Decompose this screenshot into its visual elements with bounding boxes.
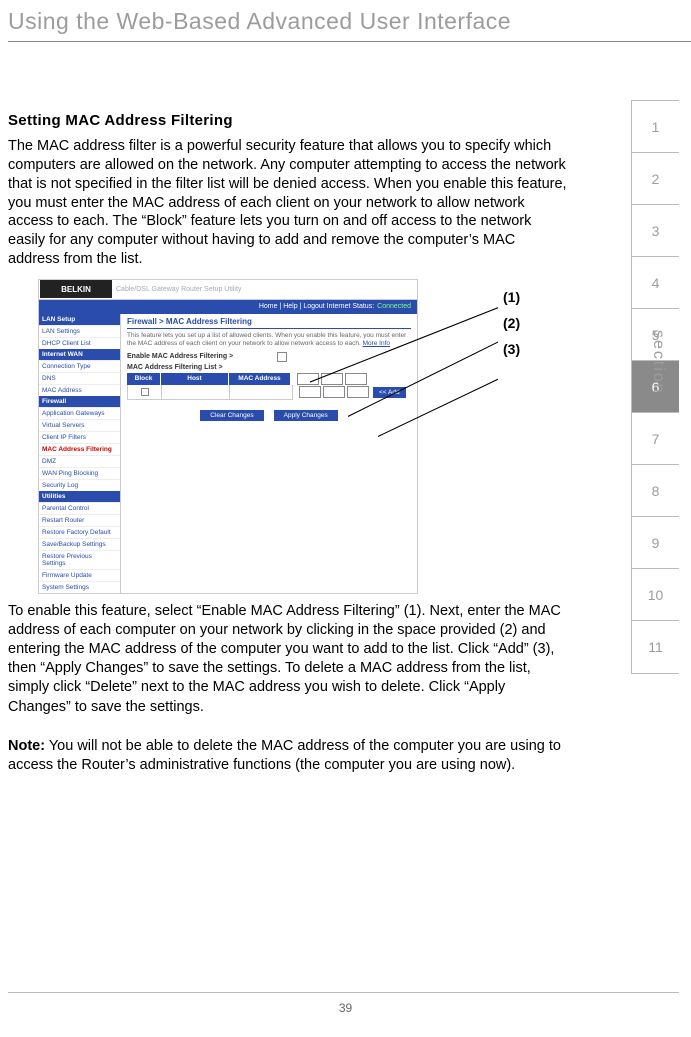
section-tab-2[interactable]: 2 — [632, 153, 679, 205]
sidebar-item[interactable]: System Settings — [39, 581, 120, 593]
sidebar-item[interactable]: Virtual Servers — [39, 419, 120, 431]
note-body: You will not be able to delete the MAC a… — [8, 738, 561, 773]
sidebar-item[interactable]: DMZ — [39, 455, 120, 467]
sidebar-item[interactable]: DHCP Client List — [39, 337, 120, 349]
sidebar-item[interactable]: DNS — [39, 372, 120, 384]
sidebar-header: LAN Setup — [39, 314, 120, 325]
th-host: Host — [161, 373, 229, 385]
sidebar-item[interactable]: Save/Backup Settings — [39, 538, 120, 550]
status-bar: Home | Help | Logout Internet Status: Co… — [39, 300, 417, 314]
section-tab-10[interactable]: 10 — [632, 569, 679, 621]
sidebar-item[interactable]: Firmware Update — [39, 569, 120, 581]
section-vertical-label: section — [649, 330, 667, 395]
section-heading: Setting MAC Address Filtering — [8, 112, 621, 129]
clear-changes-button[interactable]: Clear Changes — [200, 410, 263, 421]
more-info-link[interactable]: More Info — [363, 340, 390, 347]
enable-filtering-label: Enable MAC Address Filtering > — [127, 353, 277, 360]
filtering-list-label: MAC Address Filtering List > — [127, 364, 277, 371]
sidebar-item[interactable]: Restore Factory Default — [39, 526, 120, 538]
sidebar-header: Utilities — [39, 491, 120, 502]
mac-address-input[interactable] — [297, 373, 367, 385]
callout-1: (1) — [503, 289, 520, 305]
section-tab-8[interactable]: 8 — [632, 465, 679, 517]
sidebar-item[interactable]: Connection Type — [39, 360, 120, 372]
apply-changes-button[interactable]: Apply Changes — [274, 410, 338, 421]
router-sidebar: LAN SetupLAN SettingsDHCP Client ListInt… — [39, 314, 121, 593]
feature-description: This feature lets you set up a list of a… — [127, 332, 411, 348]
router-ui-screenshot: BELKIN Cable/DSL Gateway Router Setup Ut… — [38, 279, 558, 594]
section-tab-1[interactable]: 1 — [632, 101, 679, 153]
footer-rule — [8, 992, 679, 993]
mac-cell — [230, 385, 292, 399]
add-button[interactable]: << Add — [373, 387, 406, 398]
page-number: 39 — [0, 1001, 691, 1015]
sidebar-item[interactable]: Application Gateways — [39, 407, 120, 419]
mac-address-input-row2[interactable] — [299, 386, 369, 398]
intro-paragraph: The MAC address filter is a powerful sec… — [8, 137, 568, 269]
sidebar-item[interactable]: Restart Router — [39, 514, 120, 526]
table-row — [127, 385, 293, 400]
sidebar-item[interactable]: Client IP Filters — [39, 431, 120, 443]
instructions-paragraph: To enable this feature, select “Enable M… — [8, 602, 568, 717]
th-mac: MAC Address — [229, 373, 291, 385]
host-cell — [162, 385, 230, 399]
sidebar-item[interactable]: Security Log — [39, 479, 120, 491]
status-connected: Connected — [377, 303, 411, 310]
sidebar-header: Firewall — [39, 396, 120, 407]
enable-filtering-checkbox[interactable] — [277, 352, 287, 362]
section-tab-4[interactable]: 4 — [632, 257, 679, 309]
callout-2: (2) — [503, 315, 520, 331]
page-title: Using the Web-Based Advanced User Interf… — [8, 8, 691, 35]
sidebar-item[interactable]: Restore Previous Settings — [39, 550, 120, 569]
belkin-logo: BELKIN — [40, 280, 112, 298]
status-bar-links: Home | Help | Logout Internet Status: — [259, 303, 374, 310]
breadcrumb: Firewall > MAC Address Filtering — [127, 317, 411, 329]
sidebar-item[interactable]: MAC Address — [39, 384, 120, 396]
filter-table-header: Block Host MAC Address — [127, 373, 411, 385]
sidebar-item[interactable]: WAN Ping Blocking — [39, 467, 120, 479]
block-checkbox[interactable] — [141, 388, 149, 396]
section-tab-9[interactable]: 9 — [632, 517, 679, 569]
sidebar-item[interactable]: MAC Address Filtering — [39, 443, 120, 455]
section-tab-3[interactable]: 3 — [632, 205, 679, 257]
callout-3: (3) — [503, 341, 520, 357]
sidebar-header: Internet WAN — [39, 349, 120, 360]
note-label: Note: — [8, 738, 45, 754]
sidebar-item[interactable]: Parental Control — [39, 502, 120, 514]
th-block: Block — [127, 373, 161, 385]
note-paragraph: Note: You will not be able to delete the… — [8, 737, 568, 775]
section-tab-7[interactable]: 7 — [632, 413, 679, 465]
utility-caption: Cable/DSL Gateway Router Setup Utility — [116, 286, 241, 293]
section-tab-11[interactable]: 11 — [632, 621, 679, 673]
sidebar-item[interactable]: LAN Settings — [39, 325, 120, 337]
